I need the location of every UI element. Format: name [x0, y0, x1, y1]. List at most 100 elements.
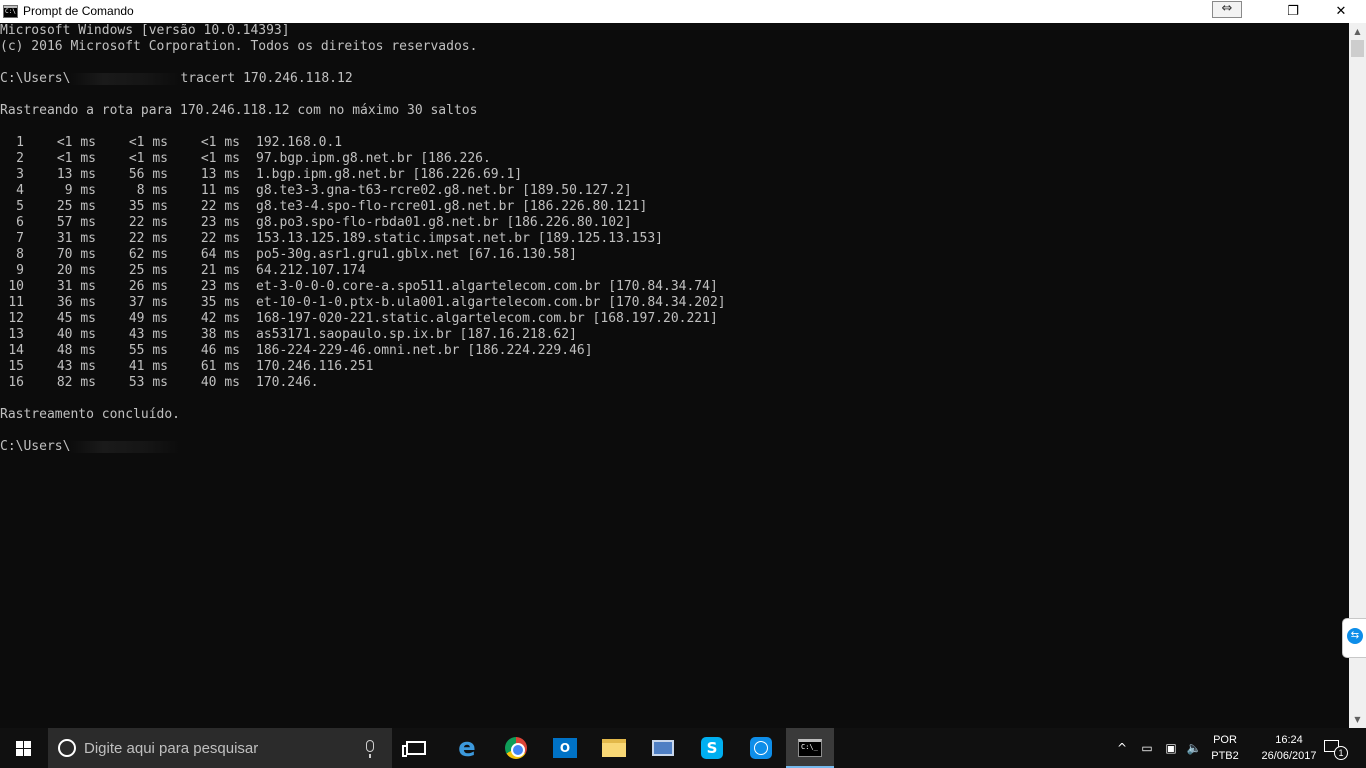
hop-time-1: 20 ms — [56, 263, 96, 278]
hop-row: 13 40 ms 43 ms 38 ms as53171.saopaulo.sp.ix.… — [0, 327, 1340, 343]
hop-time-1: 31 ms — [56, 279, 96, 294]
hop-time-2: 26 ms — [128, 279, 168, 294]
hop-number: 6 — [16, 215, 24, 230]
hop-row: 3 13 ms 56 ms 13 ms 1.bgp.ipm.g8.net.br [186… — [0, 167, 1340, 183]
hop-host: g8.po3.spo-flo-rbda01.g8.net.br [186.226… — [256, 215, 632, 230]
battery-icon: ▭ — [1141, 741, 1153, 755]
action-center-button[interactable]: 1 — [1320, 736, 1348, 760]
outlook-icon: O — [553, 738, 577, 758]
hop-row: 14 48 ms 55 ms 46 ms 186-224-229-46.omni.net… — [0, 343, 1340, 359]
volume-icon: 🔈 — [1186, 741, 1202, 755]
hop-time-3: 13 ms — [200, 167, 240, 182]
hop-number: 5 — [16, 199, 24, 214]
folder-icon — [602, 739, 626, 757]
teamviewer-icon — [750, 737, 772, 759]
cmd-window-icon[interactable]: C:\ — [3, 5, 18, 18]
title-bar[interactable]: C:\ Prompt de Comando ⇔ ❐ ✕ — [0, 0, 1366, 23]
hop-time-3: 38 ms — [200, 327, 240, 342]
search-box[interactable]: Digite aqui para pesquisar — [48, 728, 392, 768]
scroll-down-icon[interactable]: ▼ — [1349, 711, 1366, 728]
hop-time-3: 64 ms — [200, 247, 240, 262]
input-language-button[interactable]: POR PTB2 — [1204, 732, 1246, 766]
monitor-icon — [652, 740, 674, 756]
hop-time-2: 62 ms — [128, 247, 168, 262]
hop-host: g8.te3-4.spo-flo-rcre01.g8.net.br [186.2… — [256, 199, 648, 214]
resize-arrows-icon[interactable]: ⇔ — [1212, 1, 1242, 18]
hop-time-3: 11 ms — [200, 183, 240, 198]
hop-time-3: 42 ms — [200, 311, 240, 326]
hop-number: 1 — [16, 135, 24, 150]
hop-host: po5-30g.asr1.gru1.gblx.net [67.16.130.58… — [256, 247, 577, 262]
scroll-thumb[interactable] — [1351, 40, 1364, 57]
hop-time-1: 40 ms — [56, 327, 96, 342]
hop-row: 8 70 ms 62 ms 64 ms po5-30g.asr1.gru1.gblx.n… — [0, 247, 1340, 263]
cmd-icon: C:\_ — [798, 739, 822, 757]
command-text: tracert 170.246.118.12 — [180, 71, 353, 86]
hop-host: 1.bgp.ipm.g8.net.br [186.226.69.1] — [256, 167, 523, 182]
hop-row: 4 9 ms 8 ms 11 ms g8.te3-3.gna-t63-rcre02.g8… — [0, 183, 1340, 199]
battery-button[interactable]: ▭ — [1136, 728, 1158, 768]
prompt-line: C:\Users\ — [0, 439, 181, 455]
console-output[interactable]: Microsoft Windows [versão 10.0.14393] (c… — [0, 23, 1349, 728]
hop-host: 97.bgp.ipm.g8.net.br [186.226. — [256, 151, 491, 166]
edge-button[interactable]: e — [443, 728, 491, 768]
hop-host: 170.246.116.251 — [256, 359, 374, 374]
clock[interactable]: 16:24 26/06/2017 — [1254, 732, 1324, 766]
hop-time-2: 53 ms — [128, 375, 168, 390]
volume-button[interactable]: 🔈 — [1183, 728, 1205, 768]
hop-time-2: 25 ms — [128, 263, 168, 278]
hop-row: 10 31 ms 26 ms 23 ms et-3-0-0-0.core-a.spo51… — [0, 279, 1340, 295]
restore-button[interactable]: ❐ — [1270, 0, 1316, 23]
hop-time-2: 55 ms — [128, 343, 168, 358]
hop-row: 12 45 ms 49 ms 42 ms 168-197-020-221.static.… — [0, 311, 1340, 327]
hop-host: 186-224-229-46.omni.net.br [186.224.229.… — [256, 343, 593, 358]
hop-number: 9 — [16, 263, 24, 278]
hop-number: 7 — [16, 231, 24, 246]
file-explorer-button[interactable] — [590, 728, 638, 768]
outlook-button[interactable]: O — [541, 728, 589, 768]
hop-host: 153.13.125.189.static.impsat.net.br [189… — [256, 231, 663, 246]
microphone-icon[interactable] — [366, 740, 374, 758]
console-header-line-1: Microsoft Windows [versão 10.0.14393] — [0, 23, 290, 38]
teamviewer-button[interactable] — [737, 728, 785, 768]
remote-desktop-button[interactable] — [639, 728, 687, 768]
hop-time-2: 22 ms — [128, 215, 168, 230]
hop-number: 4 — [16, 183, 24, 198]
hop-number: 8 — [16, 247, 24, 262]
chrome-button[interactable] — [492, 728, 540, 768]
hop-time-3: 61 ms — [200, 359, 240, 374]
hop-time-1: 70 ms — [56, 247, 96, 262]
taskbar: Digite aqui para pesquisar e O S C:\_ ^ … — [0, 728, 1366, 768]
prompt-prefix-2: C:\Users\ — [0, 439, 71, 454]
redacted-username-2 — [70, 440, 181, 453]
hop-time-2: 35 ms — [128, 199, 168, 214]
hop-time-2: <1 ms — [128, 151, 168, 166]
hop-time-3: 22 ms — [200, 231, 240, 246]
hop-row: 1 <1 ms <1 ms <1 ms 192.168.0.1 — [0, 135, 1340, 151]
skype-button[interactable]: S — [688, 728, 736, 768]
start-button[interactable] — [0, 728, 48, 768]
restore-icon: ❐ — [1287, 4, 1299, 19]
clock-date: 26/06/2017 — [1261, 750, 1317, 762]
prompt-prefix: C:\Users\ — [0, 71, 71, 86]
scroll-up-icon[interactable]: ▲ — [1349, 23, 1366, 40]
hop-time-1: 48 ms — [56, 343, 96, 358]
network-icon: ▣ — [1165, 741, 1177, 755]
hop-time-3: 35 ms — [200, 295, 240, 310]
hop-number: 10 — [8, 279, 24, 294]
hop-row: 15 43 ms 41 ms 61 ms 170.246.116.251 — [0, 359, 1340, 375]
hop-row: 9 20 ms 25 ms 21 ms 64.212.107.174 — [0, 263, 1340, 279]
console-header-line-2: (c) 2016 Microsoft Corporation. Todos os… — [0, 39, 478, 54]
teamviewer-side-tab[interactable]: ⇆ — [1342, 618, 1366, 658]
hop-time-1: <1 ms — [56, 135, 96, 150]
hop-time-1: 13 ms — [56, 167, 96, 182]
hop-time-2: <1 ms — [128, 135, 168, 150]
command-prompt-button[interactable]: C:\_ — [786, 728, 834, 768]
hop-number: 13 — [8, 327, 24, 342]
show-hidden-icons-button[interactable]: ^ — [1112, 728, 1132, 768]
close-button[interactable]: ✕ — [1318, 0, 1364, 23]
window-title: Prompt de Comando — [23, 4, 134, 18]
task-view-button[interactable] — [392, 728, 440, 768]
network-button[interactable]: ▣ — [1160, 728, 1182, 768]
hop-host: 192.168.0.1 — [256, 135, 343, 150]
